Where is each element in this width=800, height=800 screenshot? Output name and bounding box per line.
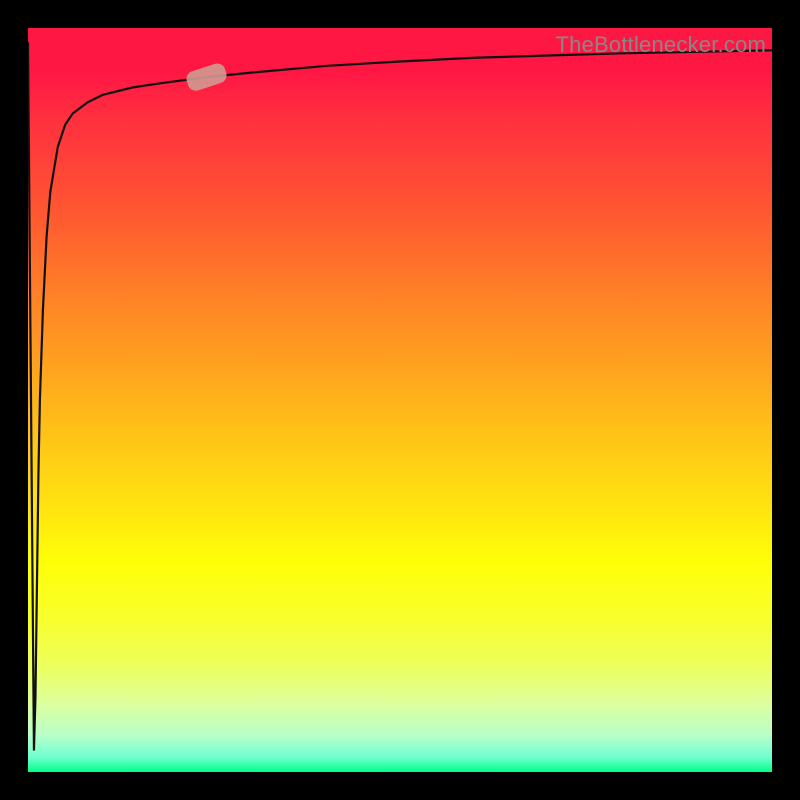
chart-frame: TheBottlenecker.com	[0, 0, 800, 800]
bottleneck-curve	[28, 43, 772, 750]
chart-plot-area: TheBottlenecker.com	[28, 28, 772, 772]
watermark-label: TheBottlenecker.com	[556, 32, 766, 58]
curve-marker	[184, 61, 228, 92]
chart-svg	[28, 28, 772, 772]
